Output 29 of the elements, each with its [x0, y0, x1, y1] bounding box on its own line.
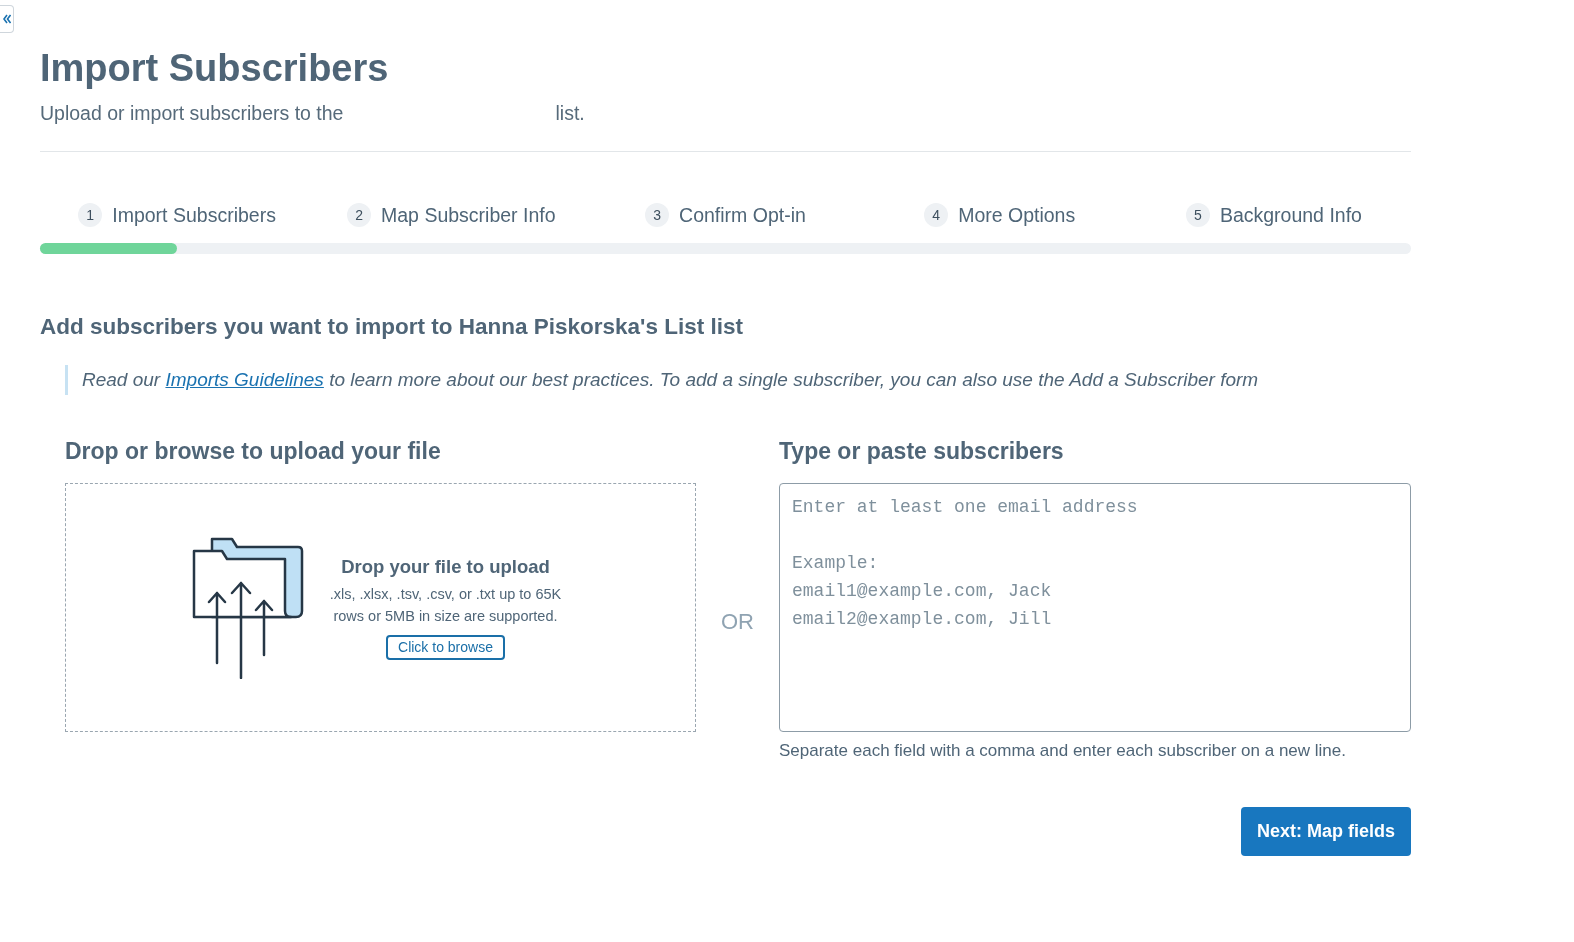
step-number: 1: [78, 203, 103, 227]
step-label: Map Subscriber Info: [381, 203, 556, 227]
step-label: Background Info: [1219, 203, 1362, 227]
paste-heading: Type or paste subscribers: [779, 437, 1065, 466]
double-chevron-icon: [2, 14, 11, 24]
next-button[interactable]: Next: Map fields: [1240, 807, 1411, 856]
or-separator: OR: [721, 609, 754, 635]
guidelines-note: Read our Imports Guidelines to learn more about our best practices. To add a single subscriber, you can also use the Add a Subscriber form: [65, 365, 1411, 395]
paste-hint: Separate each field with a comma and enter each subscriber on a new line.: [779, 740, 1347, 762]
step-number: 2: [347, 203, 372, 227]
upload-heading: Drop or browse to upload your file: [65, 437, 442, 466]
step-label: More Options: [958, 203, 1076, 227]
file-format-note: .xls, .xlsx, .tsv, .csv, or .txt up to 65K rows or 5MB in size are supported.: [329, 585, 562, 626]
section-heading: Add subscribers you want to import to Hanna Piskorska's List list: [40, 313, 744, 341]
subscribers-input[interactable]: Enter at least one email address Example: email1@example.com, Jack email2@example.com, Jill: [779, 483, 1411, 732]
folder-upload-icon: [191, 536, 304, 679]
step-number: 5: [1185, 203, 1210, 227]
step-label: Confirm Opt-in: [679, 203, 806, 227]
page-title: Import Subscribers: [40, 46, 390, 91]
page-subtitle: list.: [555, 101, 585, 125]
page-subtitle: Upload or import subscribers to the: [40, 101, 344, 125]
file-drop-zone[interactable]: Drop your file to upload .xls, .xlsx, .tsv, .csv, or .txt up to 65K rows or 5MB in size are supported. Click to browse: [65, 483, 696, 732]
step-label: Import Subscribers: [112, 203, 276, 227]
drop-title: Drop your file to upload: [341, 555, 550, 579]
step-number: 3: [645, 203, 670, 227]
browse-button[interactable]: Click to browse: [386, 635, 505, 660]
step-number: 4: [924, 203, 949, 227]
guidelines-link[interactable]: Imports Guidelines: [165, 369, 324, 390]
collapse-button[interactable]: [0, 5, 14, 33]
